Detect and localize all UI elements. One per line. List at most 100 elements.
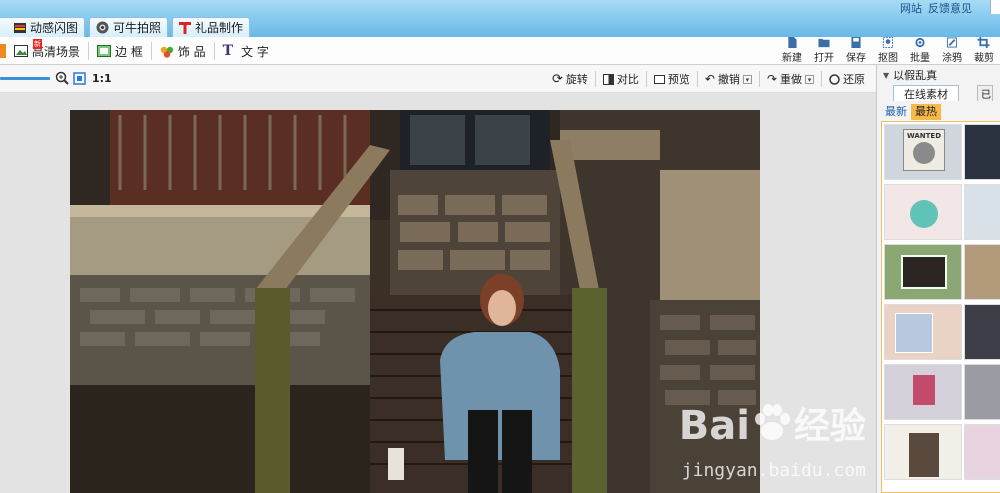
tool-label: 边 框	[115, 44, 143, 59]
panel-header[interactable]: ▼ 以假乱真	[877, 65, 1000, 85]
button-label: 裁剪	[974, 53, 994, 64]
thumbnail-item[interactable]	[884, 304, 962, 360]
redo-button[interactable]: ↷ 重做 ▾	[762, 68, 819, 90]
batch-icon	[915, 37, 925, 48]
text-icon: T	[222, 43, 234, 59]
doodle-button[interactable]: 涂鸦	[936, 37, 968, 65]
cutout-icon	[882, 37, 894, 48]
rotate-icon: ⟳	[551, 71, 563, 87]
paw-icon	[754, 404, 790, 440]
thumbnail-caption: WANTED	[906, 132, 942, 140]
window-control-button[interactable]	[990, 0, 1000, 14]
divider	[594, 71, 596, 87]
undo-button[interactable]: ↶ 撤销 ▾	[700, 68, 757, 90]
restore-button[interactable]: 还原	[824, 68, 870, 90]
folder-icon	[818, 38, 830, 48]
watermark-brand-cn: 经验	[793, 406, 866, 447]
compare-button[interactable]: 对比	[598, 68, 644, 90]
zoom-slider[interactable]	[0, 77, 50, 80]
fit-screen-icon[interactable]	[73, 71, 86, 85]
chevron-down-icon[interactable]: ▾	[742, 74, 752, 84]
material-panel: ▼ 以假乱真 在线素材 已 最新 最热 WANTED	[876, 65, 1000, 493]
thumbnail-item[interactable]	[884, 244, 962, 300]
crop-button[interactable]: 裁剪	[968, 37, 1000, 65]
button-label: 预览	[667, 73, 690, 86]
button-label: 新建	[782, 53, 802, 64]
crop-icon	[977, 37, 990, 48]
divider	[821, 71, 822, 87]
divider	[758, 71, 760, 87]
actual-size-button[interactable]: 1:1	[92, 72, 112, 85]
button-label: 保存	[846, 53, 866, 64]
camera-icon	[96, 21, 109, 34]
button-label: 旋转	[565, 73, 588, 86]
feedback-link[interactable]: 反馈意见	[928, 0, 972, 15]
tab-animated-gif[interactable]: 动感闪图	[0, 17, 86, 37]
undo-icon: ↶	[704, 72, 715, 86]
file-tools: 新建 打开 保存 抠图 批量 涂鸦 裁剪	[776, 37, 1000, 65]
open-button[interactable]: 打开	[808, 37, 840, 65]
watermark-brand: Bai	[678, 403, 750, 449]
button-label: 对比	[616, 73, 639, 86]
batch-button[interactable]: 批量	[904, 37, 936, 65]
zoom-in-icon[interactable]	[55, 71, 69, 85]
button-label: 还原	[843, 73, 865, 86]
tab-hottest[interactable]: 最热	[911, 104, 941, 120]
thumbnail-item[interactable]	[964, 304, 1000, 360]
cutout-button[interactable]: 抠图	[872, 37, 904, 65]
text-tool[interactable]: T 文 字	[215, 37, 277, 65]
tab-downloaded[interactable]: 已	[977, 85, 993, 101]
clover-icon	[160, 46, 174, 58]
tool-label: 饰 品	[177, 44, 206, 59]
button-label: 抠图	[878, 53, 898, 64]
scene-icon: 新	[14, 39, 42, 57]
redo-icon: ↷	[766, 72, 777, 86]
material-thumbnails: WANTED	[881, 121, 1000, 493]
chevron-down-icon: ▼	[883, 70, 890, 80]
zoom-controls: 1:1	[55, 71, 112, 85]
panel-tabs: 在线素材 已	[877, 85, 1000, 101]
panel-title: 以假乱真	[893, 69, 938, 82]
thumbnail-item[interactable]	[964, 364, 1000, 420]
new-button[interactable]: 新建	[776, 37, 808, 65]
top-links: 网站 反馈意见	[900, 0, 972, 15]
divider	[696, 71, 698, 87]
tab-gift[interactable]: 礼品制作	[172, 17, 251, 37]
new-file-icon	[788, 37, 797, 48]
thumbnail-item[interactable]: WANTED	[884, 124, 962, 180]
view-toolbar: 1:1 ⟳ 旋转 对比 预览 ↶ 撤销 ▾ ↷ 重做 ▾ 还原	[0, 65, 876, 93]
sort-tabs: 最新 最热	[877, 104, 1000, 120]
film-icon	[14, 22, 26, 33]
tab-newest[interactable]: 最新	[881, 104, 911, 120]
title-bar: 网站 反馈意见 动感闪图 可牛拍照 礼品制作	[0, 0, 1000, 37]
tab-label: 礼品制作	[195, 21, 244, 35]
button-label: 重做	[780, 73, 802, 86]
tab-label: 动感闪图	[30, 21, 79, 35]
thumbnail-item[interactable]	[884, 184, 962, 240]
website-link[interactable]: 网站	[900, 0, 922, 15]
preview-icon	[653, 74, 665, 84]
compare-icon	[602, 73, 614, 85]
frame-icon	[97, 45, 112, 57]
save-button[interactable]: 保存	[840, 37, 872, 65]
tool-label: 文 字	[241, 44, 269, 59]
chevron-down-icon[interactable]: ▾	[805, 74, 814, 84]
tab-online-materials[interactable]: 在线素材	[893, 85, 959, 101]
hd-scene-tool[interactable]: 新 高清场景	[6, 37, 88, 65]
thumbnail-item[interactable]	[884, 364, 962, 420]
thumbnail-item[interactable]	[964, 184, 1000, 240]
frame-tool[interactable]: 边 框	[89, 37, 151, 65]
doodle-icon	[946, 37, 958, 48]
thumbnail-item[interactable]	[884, 424, 962, 480]
thumbnail-item[interactable]	[964, 244, 1000, 300]
tab-camera[interactable]: 可牛拍照	[89, 17, 169, 37]
thumbnail-item[interactable]	[964, 124, 1000, 180]
thumbnail-item[interactable]	[964, 424, 1000, 480]
rotate-button[interactable]: ⟳ 旋转	[547, 68, 593, 90]
edit-tools: 新 高清场景 边 框 饰 品 T 文 字	[0, 37, 277, 65]
button-label: 批量	[910, 53, 930, 64]
button-label: 打开	[814, 53, 834, 64]
button-label: 撤销	[717, 73, 740, 86]
preview-button[interactable]: 预览	[649, 68, 695, 90]
ornament-tool[interactable]: 饰 品	[152, 37, 214, 65]
